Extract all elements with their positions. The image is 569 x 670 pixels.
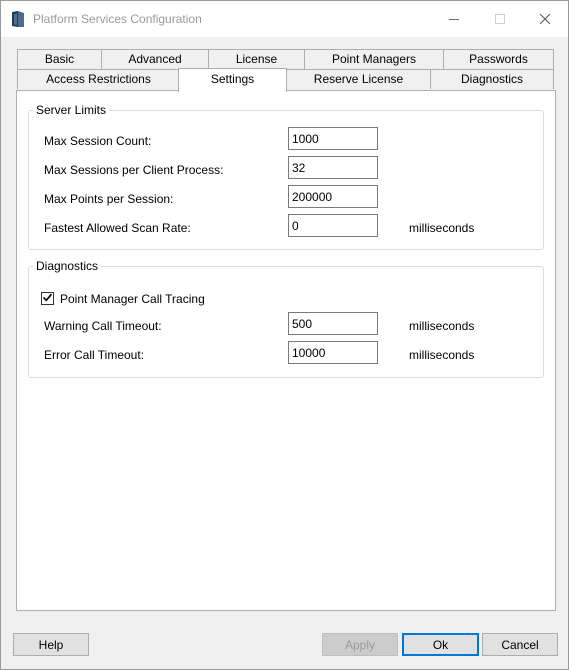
fastest-scan-rate-label: Fastest Allowed Scan Rate: — [44, 221, 191, 235]
tab-reserve-license[interactable]: Reserve License — [286, 69, 431, 89]
error-timeout-label: Error Call Timeout: — [44, 348, 145, 362]
maximize-icon — [495, 14, 505, 24]
warning-timeout-unit: milliseconds — [409, 319, 475, 333]
fastest-scan-rate-input[interactable] — [288, 214, 378, 237]
window-title: Platform Services Configuration — [33, 12, 202, 26]
checkmark-icon — [42, 292, 53, 306]
apply-button[interactable]: Apply — [322, 633, 398, 656]
server-limits-title: Server Limits — [33, 103, 110, 117]
max-session-count-label: Max Session Count: — [44, 134, 152, 148]
settings-panel: Server Limits Max Session Count: Max Ses… — [16, 90, 556, 611]
max-session-count-input[interactable] — [288, 127, 378, 150]
title-bar[interactable]: Platform Services Configuration — [1, 1, 568, 37]
tab-advanced[interactable]: Advanced — [101, 49, 209, 69]
tab-settings[interactable]: Settings — [178, 68, 287, 92]
diagnostics-group: Diagnostics Point Manager Call Tracing W… — [28, 259, 544, 378]
tab-point-managers[interactable]: Point Managers — [304, 49, 444, 69]
close-icon — [540, 14, 550, 24]
tab-access-restrictions[interactable]: Access Restrictions — [17, 69, 180, 89]
max-sessions-per-client-label: Max Sessions per Client Process: — [44, 163, 224, 177]
help-button[interactable]: Help — [13, 633, 89, 656]
close-button[interactable] — [522, 1, 568, 37]
max-points-per-session-label: Max Points per Session: — [44, 192, 174, 206]
dialog-window: Platform Services Configuration Basic Ad… — [0, 0, 569, 670]
warning-timeout-label: Warning Call Timeout: — [44, 319, 162, 333]
server-limits-group: Server Limits Max Session Count: Max Ses… — [28, 103, 544, 250]
minimize-button[interactable] — [431, 1, 477, 37]
call-tracing-checkbox[interactable] — [41, 292, 54, 305]
error-timeout-input[interactable] — [288, 341, 378, 364]
cancel-button[interactable]: Cancel — [482, 633, 558, 656]
max-sessions-per-client-input[interactable] — [288, 156, 378, 179]
fastest-scan-rate-unit: milliseconds — [409, 221, 475, 235]
tab-diagnostics[interactable]: Diagnostics — [430, 69, 554, 89]
diagnostics-title: Diagnostics — [33, 259, 102, 273]
book-icon — [11, 10, 25, 28]
warning-timeout-input[interactable] — [288, 312, 378, 335]
minimize-icon — [449, 14, 459, 24]
maximize-button[interactable] — [477, 1, 523, 37]
tab-license[interactable]: License — [208, 49, 305, 69]
call-tracing-label[interactable]: Point Manager Call Tracing — [60, 292, 205, 306]
error-timeout-unit: milliseconds — [409, 348, 475, 362]
tab-passwords[interactable]: Passwords — [443, 49, 554, 69]
tab-basic[interactable]: Basic — [17, 49, 102, 69]
ok-button[interactable]: Ok — [402, 633, 479, 656]
max-points-per-session-input[interactable] — [288, 185, 378, 208]
